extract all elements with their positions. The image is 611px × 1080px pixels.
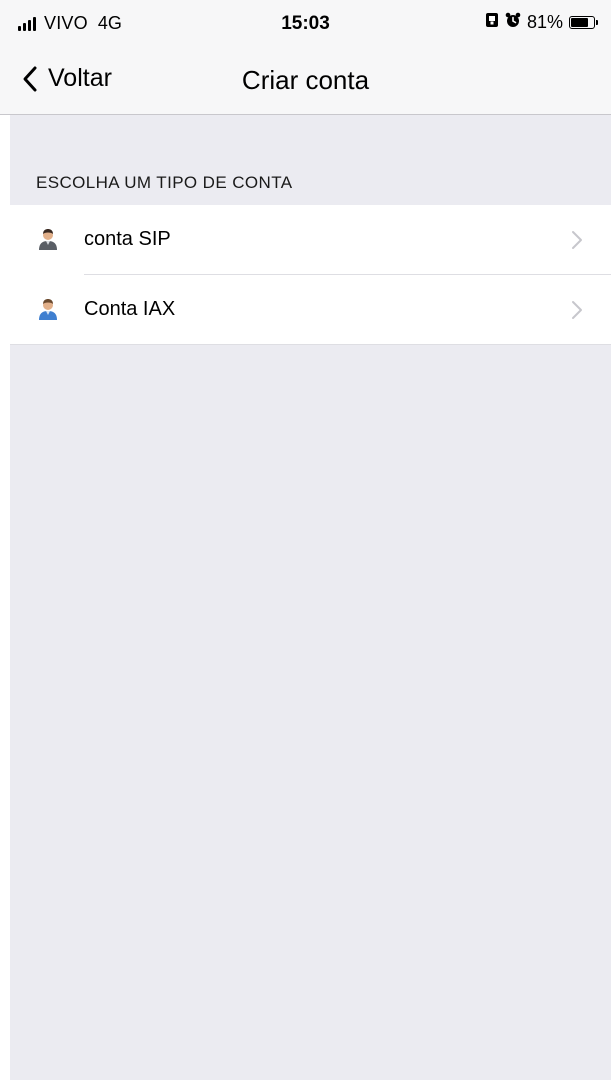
account-type-list: conta SIP Conta IAX	[10, 205, 611, 345]
account-type-label: Conta IAX	[84, 298, 176, 320]
account-type-label: conta SIP	[84, 228, 171, 250]
chevron-right-icon	[571, 300, 583, 325]
navigation-bar: Voltar Criar conta	[0, 50, 611, 115]
battery-percent: 81%	[526, 12, 563, 32]
status-right: 81%	[485, 12, 598, 33]
chevron-right-icon	[571, 230, 583, 255]
user-avatar-icon	[36, 227, 60, 256]
user-avatar-icon	[36, 297, 60, 326]
alarm-icon	[505, 12, 521, 33]
page-title: Criar conta	[241, 65, 370, 95]
battery-icon	[569, 16, 598, 29]
battery-fill	[571, 18, 588, 27]
content-area: ESCOLHA UM TIPO DE CONTA conta SIP Conta…	[10, 115, 611, 1080]
status-bar: VIVO 4G 15:03 81%	[0, 0, 611, 50]
account-type-iax[interactable]: Conta IAX	[10, 275, 611, 345]
orientation-lock-icon	[485, 12, 499, 33]
screen: VIVO 4G 15:03 81% Voltar Criar conta ESC…	[0, 0, 611, 1080]
section-header: ESCOLHA UM TIPO DE CONTA	[36, 173, 293, 192]
account-type-sip[interactable]: conta SIP	[10, 205, 611, 275]
